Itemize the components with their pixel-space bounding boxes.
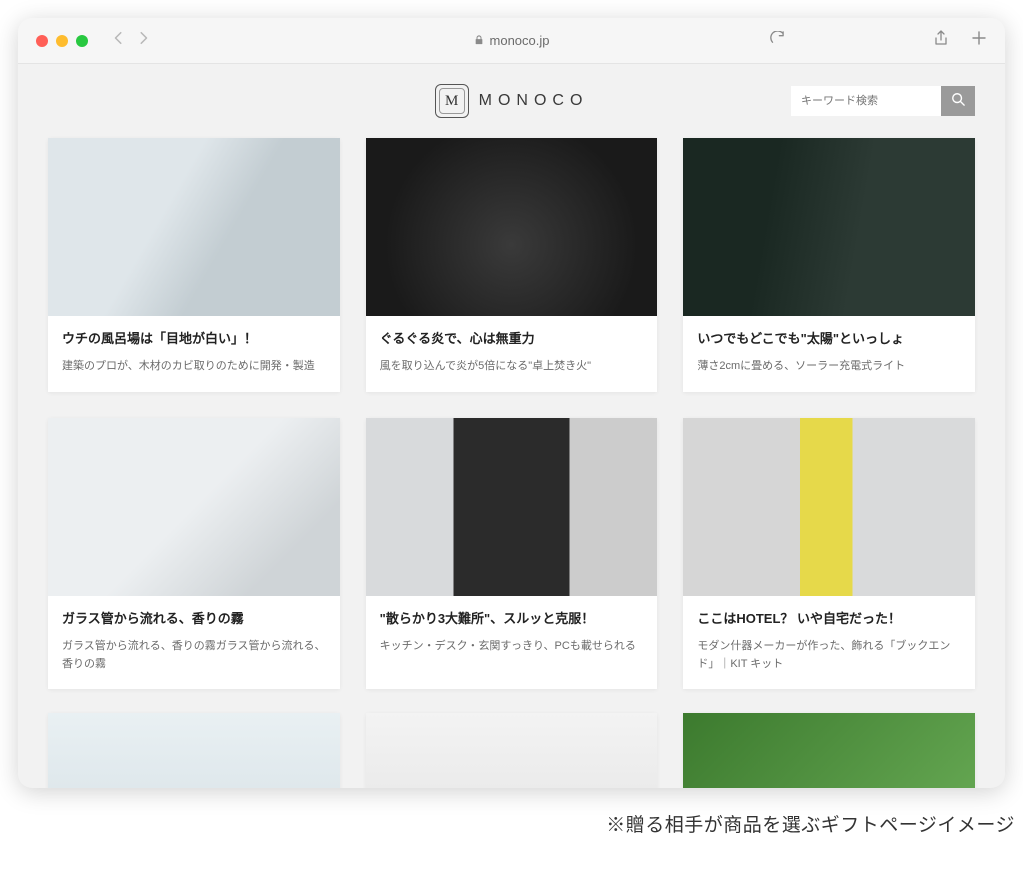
search-icon (951, 92, 965, 111)
logo-text: MONOCO (479, 92, 589, 110)
product-card[interactable] (366, 713, 658, 788)
product-thumbnail (683, 138, 975, 316)
close-window-button[interactable] (36, 35, 48, 47)
product-card[interactable] (683, 713, 975, 788)
new-tab-button[interactable] (971, 30, 987, 51)
product-grid: ウチの風呂場は「目地が白い」！ 建築のプロが、木材のカビ取りのために開発・製造 … (18, 132, 1005, 788)
product-thumbnail (683, 418, 975, 596)
product-title: ウチの風呂場は「目地が白い」！ (62, 330, 326, 348)
product-thumbnail (366, 713, 658, 788)
logo-mark-icon: M (435, 84, 469, 118)
product-title: ここはHOTEL？ いや自宅だった！ (697, 610, 961, 628)
product-desc: 薄さ2cmに畳める、ソーラー充電式ライト (697, 358, 961, 376)
product-desc: 風を取り込んで炎が5倍になる"卓上焚き火" (380, 358, 644, 376)
product-card[interactable] (48, 713, 340, 788)
window-controls (36, 35, 88, 47)
address-bar[interactable]: monoco.jp (474, 33, 550, 48)
page-content: M MONOCO ウチの風呂場は「目地が白い」！ 建築のプロが、木材のカビ取りの… (18, 64, 1005, 788)
product-card[interactable]: ぐるぐる炎で、心は無重力 風を取り込んで炎が5倍になる"卓上焚き火" (366, 138, 658, 392)
product-desc: ガラス管から流れる、香りの霧ガラス管から流れる、香りの霧 (62, 638, 326, 673)
product-title: ぐるぐる炎で、心は無重力 (380, 330, 644, 348)
product-card[interactable]: ウチの風呂場は「目地が白い」！ 建築のプロが、木材のカビ取りのために開発・製造 (48, 138, 340, 392)
product-desc: モダン什器メーカーが作った、飾れる「ブックエンド」｜KIT キット (697, 638, 961, 673)
product-thumbnail (366, 138, 658, 316)
search-button[interactable] (941, 86, 975, 116)
toolbar-right (933, 30, 987, 51)
url-text: monoco.jp (490, 33, 550, 48)
page-caption: ※贈る相手が商品を選ぶギフトページイメージ (606, 810, 1015, 837)
search-box (791, 86, 975, 116)
reload-button[interactable] (770, 31, 785, 51)
product-thumbnail (48, 418, 340, 596)
product-title: "散らかり3大難所"、スルッと克服！ (380, 610, 644, 628)
product-thumbnail (48, 138, 340, 316)
share-icon[interactable] (933, 30, 949, 51)
product-title: いつでもどこでも"太陽"といっしょ (697, 330, 961, 348)
product-card[interactable]: ここはHOTEL？ いや自宅だった！ モダン什器メーカーが作った、飾れる「ブック… (683, 418, 975, 689)
minimize-window-button[interactable] (56, 35, 68, 47)
product-card[interactable]: いつでもどこでも"太陽"といっしょ 薄さ2cmに畳める、ソーラー充電式ライト (683, 138, 975, 392)
nav-arrows (112, 31, 150, 50)
product-card[interactable]: "散らかり3大難所"、スルッと克服！ キッチン・デスク・玄関すっきり、PCも載せ… (366, 418, 658, 689)
browser-window: monoco.jp M MONOCO (18, 18, 1005, 788)
back-button[interactable] (112, 31, 126, 50)
search-input[interactable] (791, 86, 941, 116)
product-thumbnail (683, 713, 975, 788)
titlebar: monoco.jp (18, 18, 1005, 64)
product-desc: キッチン・デスク・玄関すっきり、PCも載せられる (380, 638, 644, 656)
lock-icon (474, 33, 484, 48)
product-card[interactable]: ガラス管から流れる、香りの霧 ガラス管から流れる、香りの霧ガラス管から流れる、香… (48, 418, 340, 689)
maximize-window-button[interactable] (76, 35, 88, 47)
product-thumbnail (48, 713, 340, 788)
product-title: ガラス管から流れる、香りの霧 (62, 610, 326, 628)
forward-button[interactable] (136, 31, 150, 50)
product-thumbnail (366, 418, 658, 596)
site-header: M MONOCO (18, 64, 1005, 132)
product-desc: 建築のプロが、木材のカビ取りのために開発・製造 (62, 358, 326, 376)
site-logo[interactable]: M MONOCO (435, 84, 589, 118)
